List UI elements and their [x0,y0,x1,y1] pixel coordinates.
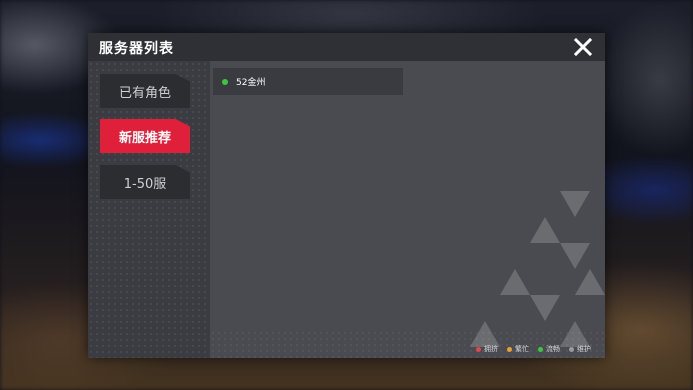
tab-existing-characters[interactable]: 已有角色 [100,74,190,108]
tab-label: 已有角色 [118,85,171,101]
tab-label: 1-50服 [123,176,167,192]
status-crowded-dot-icon [476,346,481,352]
server-item[interactable]: 52金州 [213,68,403,95]
legend-label: 流畅 [546,345,560,353]
status-maintenance-dot-icon [569,346,574,352]
server-list-panel: 52金州 拥挤 繁忙 流畅 维护 [210,61,605,358]
dialog-title-bar: 服务器列表 [88,33,605,61]
tab-label: 新服推荐 [118,130,171,146]
status-legend: 拥挤 繁忙 流畅 维护 [476,344,591,354]
tab-new-server-recommend[interactable]: 新服推荐 [100,119,190,153]
legend-label: 维护 [577,345,591,353]
close-button[interactable] [573,37,593,57]
dialog-title: 服务器列表 [99,41,174,57]
tab-server-range-1-50[interactable]: 1-50服 [100,165,190,199]
legend-label: 拥挤 [484,345,498,353]
legend-item: 流畅 [538,344,560,354]
sidebar: 已有角色 新服推荐 1-50服 [88,61,210,358]
server-list-dialog: 服务器列表 已有角色 新服推荐 1-50服 52金州 拥挤 繁忙 流畅 维护 [88,33,605,358]
status-smooth-dot-icon [538,346,543,352]
status-smooth-dot-icon [222,78,228,85]
legend-label: 繁忙 [515,345,529,353]
legend-item: 繁忙 [507,344,529,354]
legend-item: 维护 [569,344,591,354]
legend-item: 拥挤 [476,344,498,354]
server-name: 52金州 [236,78,266,88]
status-busy-dot-icon [507,346,512,352]
close-x-icon [573,37,593,57]
